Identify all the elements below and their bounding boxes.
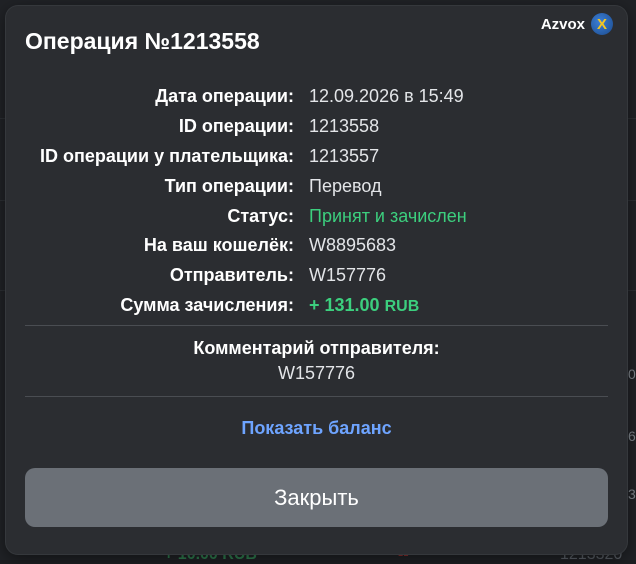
comment-value: W157776 [277, 363, 356, 383]
brand-name: Azvox [540, 15, 585, 33]
detail-label: На ваш кошелёк: [143, 235, 294, 256]
detail-value: W157776 [309, 265, 387, 286]
background-text: 6 [628, 428, 636, 444]
azvox-logo-icon: X [591, 13, 613, 35]
modal-title: Операция №1213558 [25, 28, 260, 54]
amount-currency: RUB [384, 297, 420, 315]
details-list: Дата операции: 12.09.2026 в 15:49 ID опе… [6, 82, 627, 320]
detail-row-payer-operation-id: ID операции у плательщика: 1213557 [6, 142, 627, 172]
detail-label: Тип операции: [164, 175, 294, 196]
detail-value: Перевод [309, 175, 382, 196]
detail-label: Отправитель: [169, 265, 294, 286]
amount-value: + 131.00 RUB [309, 295, 419, 316]
close-button[interactable]: Закрыть [25, 468, 608, 527]
background-text: 3 [628, 486, 636, 502]
detail-row-date: Дата операции: 12.09.2026 в 15:49 [6, 82, 627, 112]
amount-number: + 131.00 [309, 294, 380, 315]
detail-value: 12.09.2026 в 15:49 [309, 86, 464, 107]
detail-value: 1213557 [309, 145, 380, 166]
detail-label: ID операции: [178, 116, 294, 137]
divider [25, 325, 608, 326]
detail-row-status: Статус: Принят и зачислен [6, 201, 627, 231]
divider [25, 396, 608, 397]
detail-value: W8895683 [309, 235, 397, 256]
detail-label: ID операции у плательщика: [39, 145, 294, 166]
detail-row-operation-id: ID операции: 1213558 [6, 112, 627, 142]
detail-row-sender: Отправитель: W157776 [6, 261, 627, 291]
background-text: 0 [628, 366, 636, 382]
detail-value: 1213558 [309, 116, 380, 137]
detail-label: Статус: [227, 205, 294, 226]
detail-row-operation-type: Тип операции: Перевод [6, 171, 627, 201]
detail-row-wallet: На ваш кошелёк: W8895683 [6, 231, 627, 261]
status-value: Принят и зачислен [309, 205, 467, 226]
logo-glyph: X [596, 15, 607, 33]
detail-label: Дата операции: [155, 86, 294, 107]
detail-row-amount: Сумма зачисления: + 131.00 RUB [6, 291, 627, 321]
brand: Azvox X [541, 13, 613, 35]
detail-label: Сумма зачисления: [120, 294, 294, 315]
show-balance-link[interactable]: Показать баланс [6, 418, 627, 439]
operation-modal: Azvox X Операция №1213558 Дата операции:… [6, 6, 627, 554]
comment-label: Комментарий отправителя: [193, 338, 440, 358]
